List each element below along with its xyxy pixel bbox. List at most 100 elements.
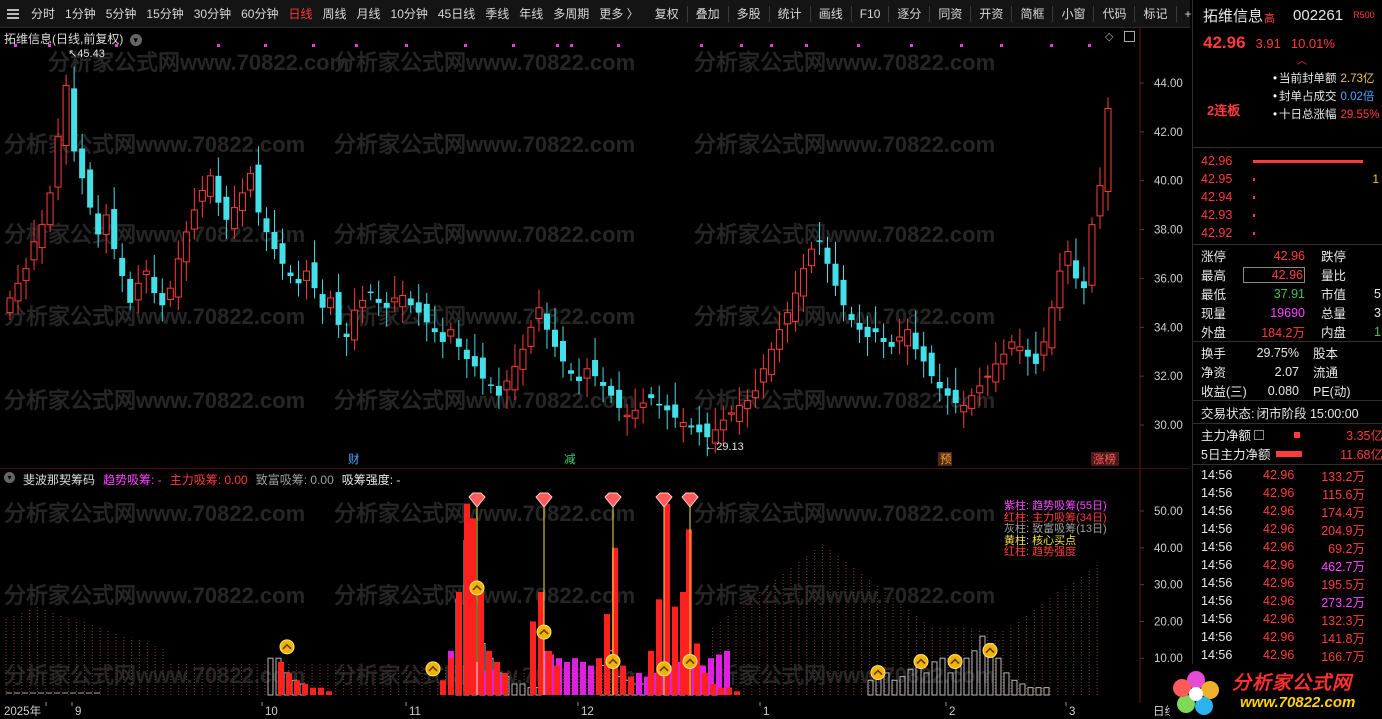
candle[interactable]	[1032, 331, 1039, 375]
indicator-chart[interactable]: 50.00 40.00 30.00 20.00 10.00 分析家公式网www.70822…	[0, 468, 1190, 703]
tool-button-0[interactable]: 复权	[650, 0, 684, 28]
candle[interactable]	[992, 341, 1000, 393]
candle[interactable]	[71, 66, 78, 162]
tool-button-2[interactable]: 多股	[732, 0, 766, 28]
tab-period-0[interactable]: 分时	[26, 0, 60, 28]
event-label[interactable]: 财	[348, 452, 360, 466]
candle[interactable]	[423, 292, 430, 342]
menu-icon[interactable]	[6, 7, 20, 21]
candle[interactable]	[303, 260, 311, 300]
candle[interactable]	[295, 260, 302, 297]
tab-period-7[interactable]: 周线	[317, 0, 351, 28]
tab-period-2[interactable]: 5分钟	[101, 0, 142, 28]
tick-list[interactable]: 14:56 42.96 133.2万 14:56 42.96 115.6万 14:56 42.…	[1193, 466, 1382, 664]
candle[interactable]	[928, 345, 935, 384]
tool-button-8[interactable]: 开资	[974, 0, 1008, 28]
tool-button-10[interactable]: 小窗	[1056, 0, 1090, 28]
tool-button-1[interactable]: 叠加	[691, 0, 725, 28]
candle[interactable]	[679, 407, 687, 443]
candle[interactable]	[271, 210, 278, 260]
tab-period-4[interactable]: 30分钟	[189, 0, 236, 28]
candle[interactable]	[920, 331, 927, 378]
candle[interactable]	[198, 175, 206, 218]
tab-period-12[interactable]: 年线	[514, 0, 548, 28]
indicator-name[interactable]: 斐波那契筹码	[23, 471, 95, 488]
chevron-up-icon[interactable]: ︿	[1297, 57, 1309, 67]
candle[interactable]	[38, 210, 46, 264]
candle[interactable]	[238, 178, 246, 227]
candle[interactable]	[22, 257, 30, 300]
candle[interactable]	[151, 254, 158, 304]
candle[interactable]	[616, 371, 623, 422]
candle[interactable]	[767, 341, 775, 383]
candle[interactable]	[142, 260, 150, 294]
candle[interactable]	[206, 168, 214, 204]
tab-period-14[interactable]: 更多 〉	[594, 0, 643, 28]
candle[interactable]	[1008, 334, 1016, 356]
candle[interactable]	[888, 334, 895, 355]
candle[interactable]	[1096, 167, 1104, 230]
candle[interactable]	[327, 290, 335, 316]
candle[interactable]	[471, 334, 478, 377]
tool-button-7[interactable]: 同资	[933, 0, 967, 28]
tab-period-8[interactable]: 月线	[352, 0, 386, 28]
tool-button-6[interactable]: 逐分	[892, 0, 926, 28]
candle[interactable]	[1104, 97, 1112, 211]
candle[interactable]	[479, 342, 486, 395]
tab-period-11[interactable]: 季线	[480, 0, 514, 28]
event-label[interactable]: 涨榜	[1093, 452, 1116, 466]
event-label[interactable]: 减	[564, 453, 576, 466]
tab-period-1[interactable]: 1分钟	[60, 0, 101, 28]
candle[interactable]	[54, 118, 62, 201]
candle[interactable]	[639, 388, 647, 424]
tool-button-4[interactable]: 画线	[814, 0, 848, 28]
candle[interactable]	[560, 326, 567, 378]
candle[interactable]	[319, 279, 326, 324]
candle[interactable]	[672, 382, 679, 428]
candle[interactable]	[1064, 240, 1072, 285]
candle[interactable]	[215, 157, 222, 216]
tab-period-3[interactable]: 15分钟	[141, 0, 188, 28]
candle[interactable]	[351, 288, 359, 351]
candle[interactable]	[832, 241, 839, 297]
candle[interactable]	[119, 243, 126, 293]
tab-period-6[interactable]: 日线	[283, 0, 317, 28]
tab-period-5[interactable]: 60分钟	[236, 0, 283, 28]
collapse-icon[interactable]: ▾	[4, 472, 15, 483]
candle[interactable]	[592, 338, 599, 387]
candle[interactable]	[1088, 217, 1096, 293]
kline-chart[interactable]: 分析家公式网www.70822.com 分析家公式网www.70822.com 分析…	[0, 28, 1190, 468]
candle[interactable]	[1024, 338, 1031, 376]
window-restore-icon[interactable]	[1124, 31, 1135, 42]
candle[interactable]	[166, 280, 174, 307]
candle[interactable]	[688, 418, 695, 435]
candle[interactable]	[1016, 328, 1024, 364]
candle[interactable]	[246, 166, 254, 198]
candle[interactable]	[311, 240, 318, 299]
candle[interactable]	[1000, 339, 1008, 381]
candle[interactable]	[287, 265, 294, 284]
candle[interactable]	[1080, 266, 1087, 305]
candle[interactable]	[1056, 252, 1064, 321]
tab-period-13[interactable]: 多周期	[548, 0, 594, 28]
candle[interactable]	[519, 334, 527, 386]
candle[interactable]	[1048, 300, 1056, 356]
candle[interactable]	[255, 146, 262, 226]
candle[interactable]	[463, 338, 470, 379]
chevron-down-icon[interactable]: ▾	[129, 34, 142, 46]
candle[interactable]	[46, 185, 54, 233]
candle[interactable]	[1072, 238, 1079, 289]
tool-button-9[interactable]: 简框	[1015, 0, 1049, 28]
candle[interactable]	[111, 187, 118, 260]
event-label[interactable]: 预	[940, 453, 952, 466]
tool-button-3[interactable]: 统计	[773, 0, 807, 28]
candle[interactable]	[174, 240, 182, 311]
tab-period-10[interactable]: 45日线	[433, 0, 480, 28]
candle[interactable]	[87, 162, 94, 215]
tool-button-11[interactable]: 代码	[1097, 0, 1131, 28]
tool-button-12[interactable]: 标记	[1138, 0, 1172, 28]
tool-button-5[interactable]: F10	[855, 0, 886, 28]
diamond-icon[interactable]: ◇	[1105, 30, 1113, 43]
candle[interactable]	[1040, 327, 1048, 372]
candle[interactable]	[648, 386, 655, 406]
